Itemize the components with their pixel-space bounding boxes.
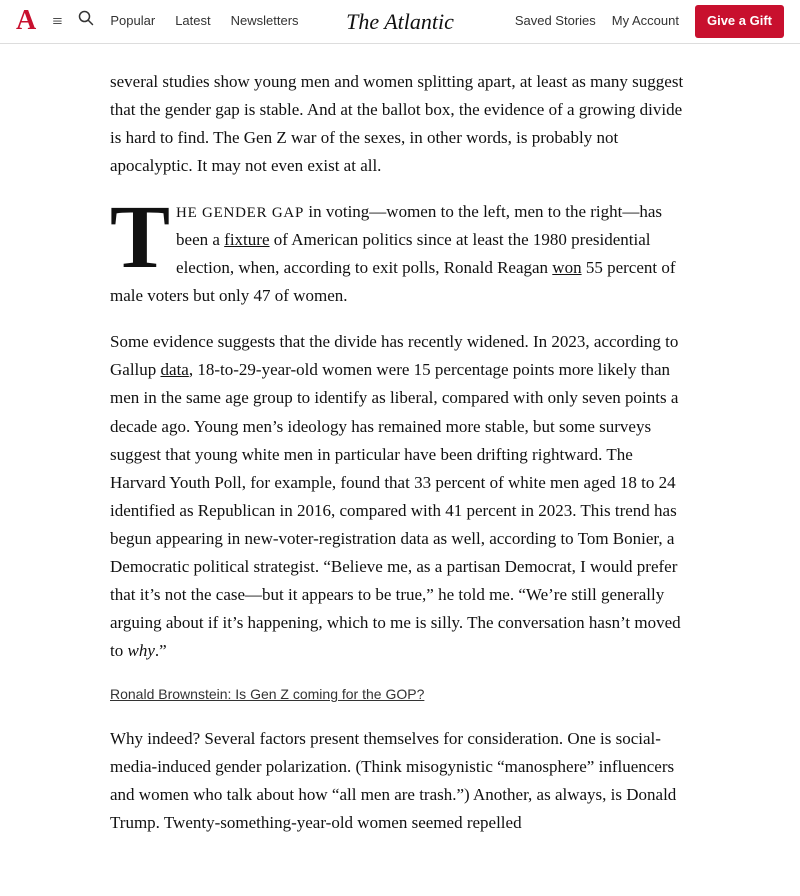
primary-nav: Popular Latest Newsletters bbox=[110, 11, 298, 32]
para2-rest: , 18-to-29-year-old women were 15 percen… bbox=[110, 360, 681, 659]
fixture-link[interactable]: fixture bbox=[224, 230, 269, 249]
search-icon[interactable] bbox=[78, 9, 94, 35]
site-title: The Atlantic bbox=[346, 4, 454, 39]
paragraph-evidence: Some evidence suggests that the divide h… bbox=[110, 328, 690, 665]
my-account-link[interactable]: My Account bbox=[612, 11, 679, 32]
nav-item-newsletters[interactable]: Newsletters bbox=[231, 11, 299, 32]
nav-item-latest[interactable]: Latest bbox=[175, 11, 210, 32]
logo-a[interactable]: A bbox=[16, 7, 36, 35]
header-right: Saved Stories My Account Give a Gift bbox=[515, 5, 784, 38]
drop-cap-small-caps: HE GENDER GAP bbox=[176, 205, 304, 221]
give-gift-button[interactable]: Give a Gift bbox=[695, 5, 784, 38]
paragraph-factors: Why indeed? Several factors present them… bbox=[110, 725, 690, 837]
paragraph-drop-cap: THE GENDER GAP in voting—women to the le… bbox=[110, 198, 690, 310]
header-left: A ≡ Popular Latest Newsletters bbox=[16, 7, 299, 36]
related-link-brownstein[interactable]: Ronald Brownstein: Is Gen Z coming for t… bbox=[110, 683, 690, 705]
paragraph-intro: several studies show young men and women… bbox=[110, 68, 690, 180]
nav-item-popular[interactable]: Popular bbox=[110, 11, 155, 32]
hamburger-icon[interactable]: ≡ bbox=[52, 7, 62, 36]
site-header: A ≡ Popular Latest Newsletters The Atlan… bbox=[0, 0, 800, 44]
data-link[interactable]: data bbox=[161, 360, 189, 379]
saved-stories-link[interactable]: Saved Stories bbox=[515, 11, 596, 32]
won-link[interactable]: won bbox=[552, 258, 581, 277]
drop-cap-letter: T bbox=[110, 206, 170, 271]
article-body: several studies show young men and women… bbox=[90, 44, 710, 896]
why-italic: why bbox=[127, 641, 154, 660]
para2-end: .” bbox=[155, 641, 167, 660]
